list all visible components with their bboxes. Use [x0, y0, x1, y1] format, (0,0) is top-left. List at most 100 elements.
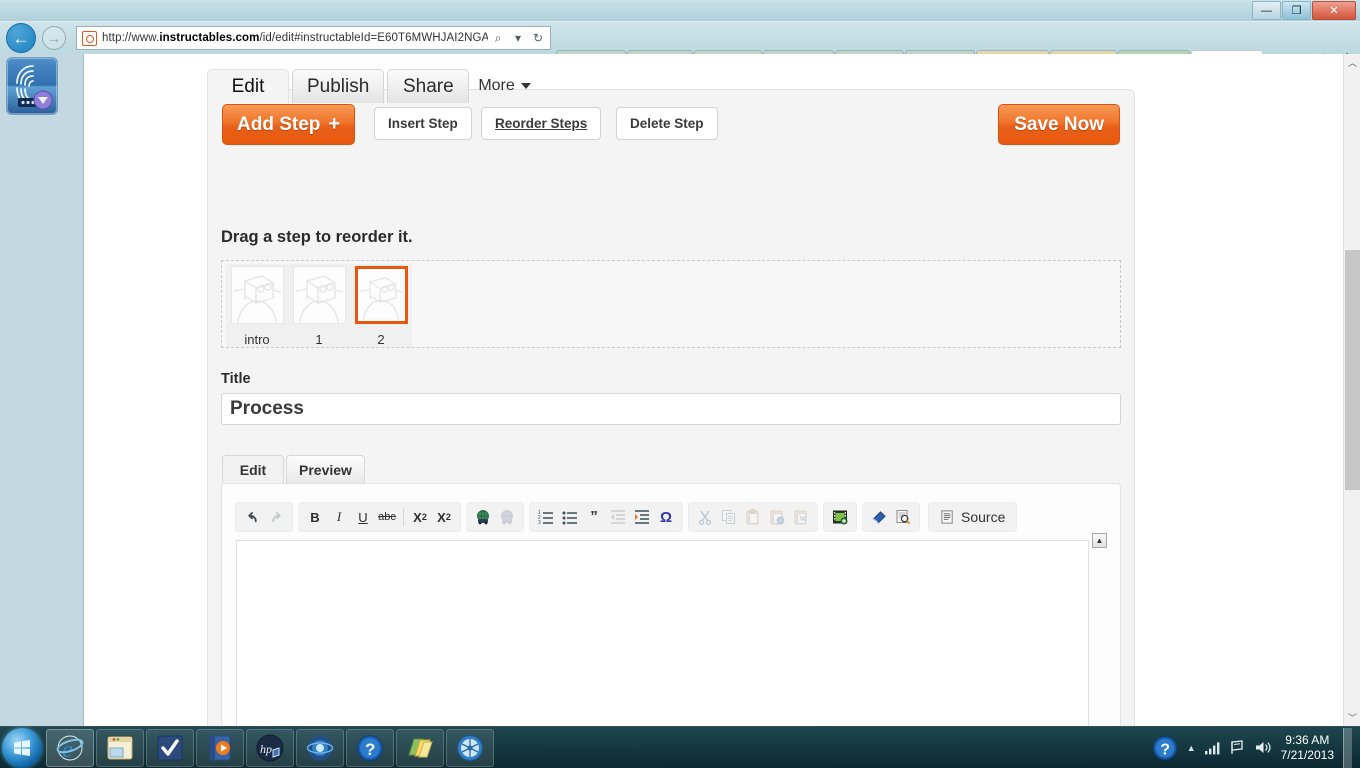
close-button[interactable]: ✕ — [1312, 1, 1356, 20]
title-input[interactable]: Process — [221, 393, 1121, 425]
step-item[interactable]: intro — [226, 264, 288, 347]
windows-explorer-icon — [107, 736, 133, 759]
insert-step-button[interactable]: Insert Step — [374, 107, 472, 140]
step-thumbnail — [230, 266, 284, 324]
maximize-button[interactable]: ❐ — [1282, 1, 1311, 20]
step-item-selected[interactable]: 2 — [350, 264, 412, 347]
refresh-icon[interactable]: ↻ — [528, 31, 548, 45]
editor-scroll-up-button[interactable]: ▲ — [1092, 533, 1107, 548]
special-char-icon[interactable]: Ω — [655, 506, 677, 528]
more-dropdown[interactable]: More — [472, 69, 536, 103]
signal-bars-icon[interactable] — [1204, 741, 1221, 755]
step-thumbnail — [354, 266, 408, 324]
instructable-editor-panel: Edit Publish Share More Add Step + Inser… — [207, 69, 1135, 726]
tab-publish[interactable]: Publish — [292, 69, 385, 103]
taskbar-windows-explorer[interactable] — [96, 728, 144, 767]
svg-text:?: ? — [1160, 741, 1170, 758]
network-icon[interactable] — [1230, 740, 1246, 755]
subscript-icon[interactable]: X2 — [409, 506, 431, 528]
browser-window: — ❐ ✕ ← → http://www.instructables.com/i… — [0, 0, 1360, 726]
page-scrollbar[interactable]: ︿ ﹀ — [1343, 54, 1360, 726]
toolbar-group-basic-styles: B I U abc X2 X2 — [298, 502, 461, 532]
start-button[interactable] — [2, 727, 42, 768]
insert-media-icon[interactable] — [829, 506, 851, 528]
editor-body-input[interactable] — [236, 540, 1089, 726]
reorder-steps-button[interactable]: Reorder Steps — [481, 107, 602, 140]
forward-button[interactable]: → — [42, 26, 66, 50]
svg-text:?: ? — [365, 740, 375, 759]
outdent-icon[interactable] — [607, 506, 629, 528]
fingerprint-icon[interactable] — [6, 57, 58, 115]
show-hidden-icons-icon[interactable]: ▲ — [1187, 743, 1196, 753]
paste-text-icon[interactable] — [766, 506, 788, 528]
taskbar-hp-app[interactable]: hp — [246, 728, 294, 767]
link-icon[interactable] — [472, 506, 494, 528]
chevron-down-icon[interactable]: ▾ — [508, 31, 528, 45]
clock[interactable]: 9:36 AM 7/21/2013 — [1281, 733, 1334, 763]
rich-text-editor: B I U abc X2 X2 1 2 3 ” Ω W Source ▲ — [221, 483, 1121, 726]
tray-help-icon[interactable]: ? — [1152, 735, 1178, 761]
copy-icon[interactable] — [718, 506, 740, 528]
paste-icon[interactable] — [742, 506, 764, 528]
bold-icon[interactable]: B — [304, 506, 326, 528]
step-item[interactable]: 1 — [288, 264, 350, 347]
delete-step-button[interactable]: Delete Step — [616, 107, 718, 140]
fingerprint-glyph — [16, 65, 53, 110]
taskbar-folders-app[interactable] — [396, 728, 444, 767]
save-now-button[interactable]: Save Now — [998, 104, 1120, 145]
italic-icon[interactable]: I — [328, 506, 350, 528]
step-label: 2 — [377, 332, 385, 347]
strikethrough-icon[interactable]: abc — [376, 506, 398, 528]
add-step-button[interactable]: Add Step + — [222, 104, 356, 145]
chevron-down-icon — [520, 83, 531, 89]
steps-reorder-strip[interactable]: intro 1 2 — [221, 260, 1121, 348]
remove-format-icon[interactable] — [868, 506, 890, 528]
source-button[interactable]: Source — [934, 506, 1011, 528]
title-value: Process — [230, 398, 304, 419]
toolbar-separator — [403, 508, 404, 526]
toolbar-group-insert — [823, 502, 857, 532]
step-thumbnail — [292, 266, 346, 324]
blockquote-icon[interactable]: ” — [583, 506, 605, 528]
bulleted-list-icon[interactable] — [559, 506, 581, 528]
step-action-row: Add Step + Insert Step Reorder Steps Del… — [222, 104, 1120, 146]
back-button[interactable]: ← — [6, 23, 36, 53]
minimize-button[interactable]: — — [1252, 1, 1281, 20]
address-bar[interactable]: http://www.instructables.com/id/edit#ins… — [76, 26, 551, 50]
indent-icon[interactable] — [631, 506, 653, 528]
scroll-down-icon[interactable]: ﹀ — [1344, 709, 1360, 726]
redo-icon[interactable] — [265, 506, 287, 528]
taskbar-checkmark-app[interactable] — [146, 728, 194, 767]
tab-share[interactable]: Share — [387, 69, 470, 103]
underline-icon[interactable]: U — [352, 506, 374, 528]
find-replace-icon[interactable] — [892, 506, 914, 528]
search-icon[interactable]: ⌕ — [488, 31, 508, 46]
subtab-preview[interactable]: Preview — [286, 455, 365, 483]
cut-icon[interactable] — [694, 506, 716, 528]
system-tray: ? ▲ 9:36 AM 7/21/2013 — [1152, 727, 1360, 768]
url-text: http://www.instructables.com/id/edit#ins… — [102, 32, 488, 44]
subtab-edit[interactable]: Edit — [222, 455, 284, 483]
volume-icon[interactable] — [1255, 740, 1272, 755]
undo-icon[interactable] — [241, 506, 263, 528]
taskbar-blue-orb-app[interactable] — [296, 728, 344, 767]
superscript-icon[interactable]: X2 — [433, 506, 455, 528]
window-title-bar: — ❐ ✕ — [0, 0, 1360, 22]
paste-word-icon[interactable]: W — [790, 506, 812, 528]
scroll-up-icon[interactable]: ︿ — [1344, 54, 1360, 71]
forward-arrow-icon: → — [47, 30, 61, 46]
scrollbar-thumb[interactable] — [1345, 250, 1360, 490]
numbered-list-icon[interactable]: 123 — [535, 506, 557, 528]
toolbar-group-paragraph: 123 ” Ω — [529, 502, 683, 532]
taskbar-help-app[interactable]: ? — [346, 728, 394, 767]
add-step-label: Add Step — [237, 113, 321, 135]
more-label: More — [478, 77, 515, 94]
tab-edit[interactable]: Edit — [207, 69, 289, 103]
taskbar-internet-explorer[interactable]: e — [46, 728, 94, 767]
show-desktop-button[interactable] — [1343, 727, 1352, 768]
source-label: Source — [961, 509, 1006, 525]
taskbar-blue-swirl-app[interactable] — [446, 728, 494, 767]
unlink-icon[interactable] — [496, 506, 518, 528]
editor-top-tabs: Edit Publish Share More — [207, 69, 537, 103]
taskbar-media-player[interactable] — [196, 728, 244, 767]
